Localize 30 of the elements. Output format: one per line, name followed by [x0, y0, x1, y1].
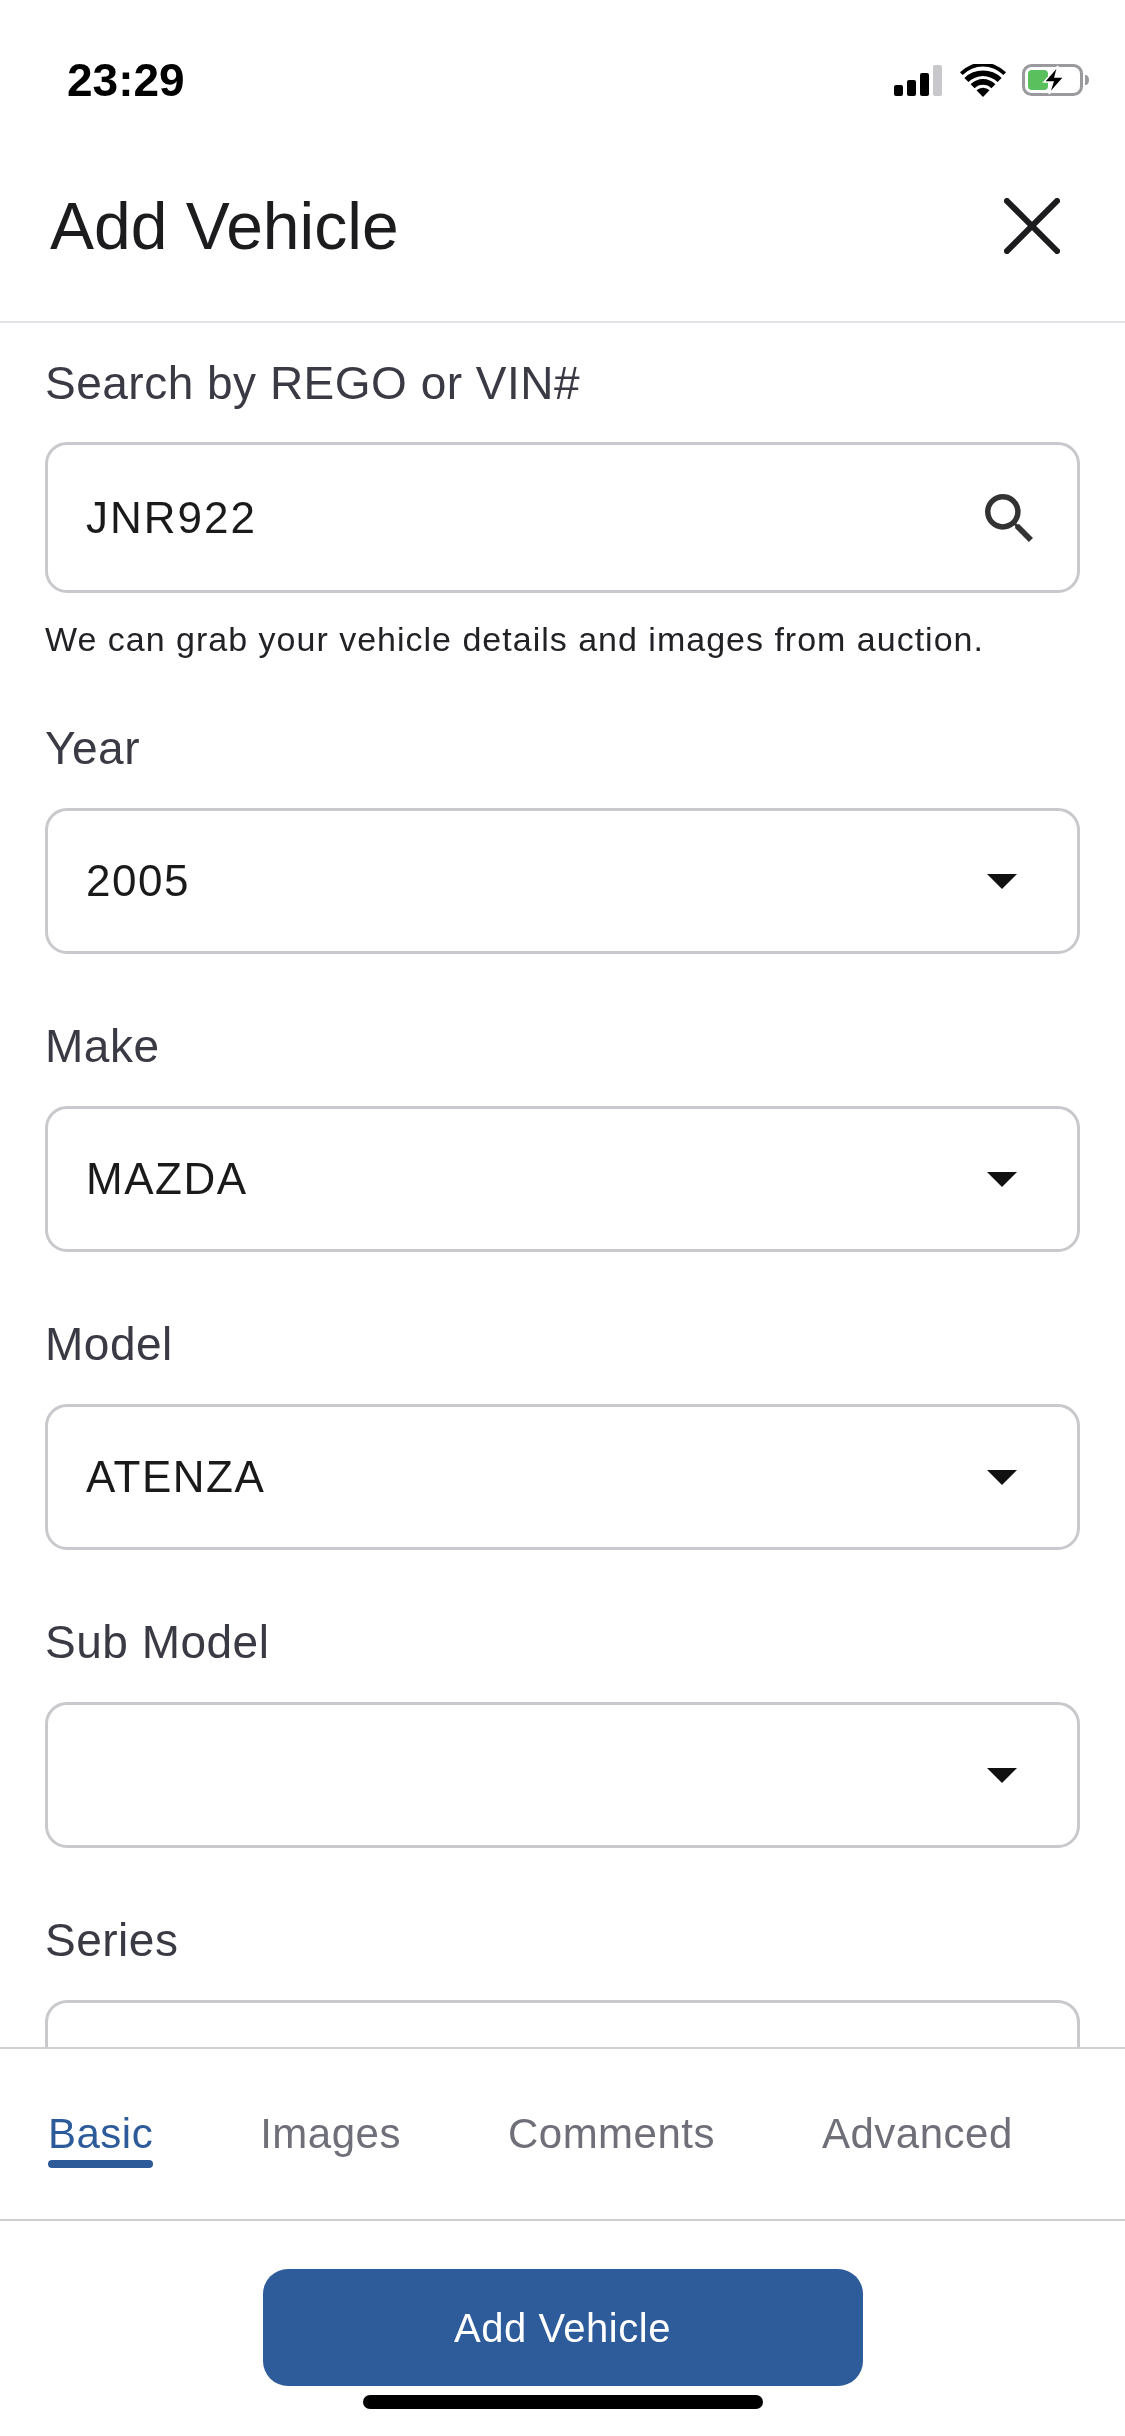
caret-icon	[987, 1469, 1017, 1485]
page-title: Add Vehicle	[50, 192, 399, 259]
dropdown-field[interactable]: ATENZA	[45, 1404, 1080, 1550]
charging-battery-icon	[1022, 64, 1090, 96]
tab[interactable]: Advanced	[822, 2100, 1013, 2168]
tab[interactable]: Comments	[507, 2100, 715, 2168]
search-icon	[985, 493, 1033, 542]
wifi-icon	[960, 63, 1006, 97]
helper-text: We can grab your vehicle details and images from auction.	[45, 621, 984, 657]
dropdown-field[interactable]: MAZDA	[45, 1106, 1080, 1252]
dropdown-field[interactable]	[45, 2000, 1080, 2047]
add-vehicle-button[interactable]: Add Vehicle	[262, 2269, 863, 2386]
close-icon	[1004, 197, 1060, 254]
dropdown-field[interactable]: 2005	[45, 808, 1080, 954]
field-label: Year	[45, 724, 140, 772]
field-label: Search by REGO or VIN#	[45, 359, 581, 407]
dropdown-field[interactable]	[45, 1702, 1080, 1848]
close-button[interactable]	[1004, 197, 1060, 254]
signal-icon	[894, 64, 944, 96]
field-label: Sub Model	[45, 1618, 270, 1666]
caret-icon	[987, 873, 1017, 889]
tab[interactable]: Basic	[48, 2100, 154, 2168]
field-label: Make	[45, 1022, 160, 1070]
caret-icon	[987, 1171, 1017, 1187]
search-field[interactable]: JNR922	[45, 442, 1080, 593]
field-label: Series	[45, 1916, 179, 1964]
field-label: Model	[45, 1320, 173, 1368]
tab[interactable]: Images	[260, 2100, 401, 2168]
caret-icon	[987, 1767, 1017, 1783]
status-time: 23:29	[67, 57, 185, 103]
